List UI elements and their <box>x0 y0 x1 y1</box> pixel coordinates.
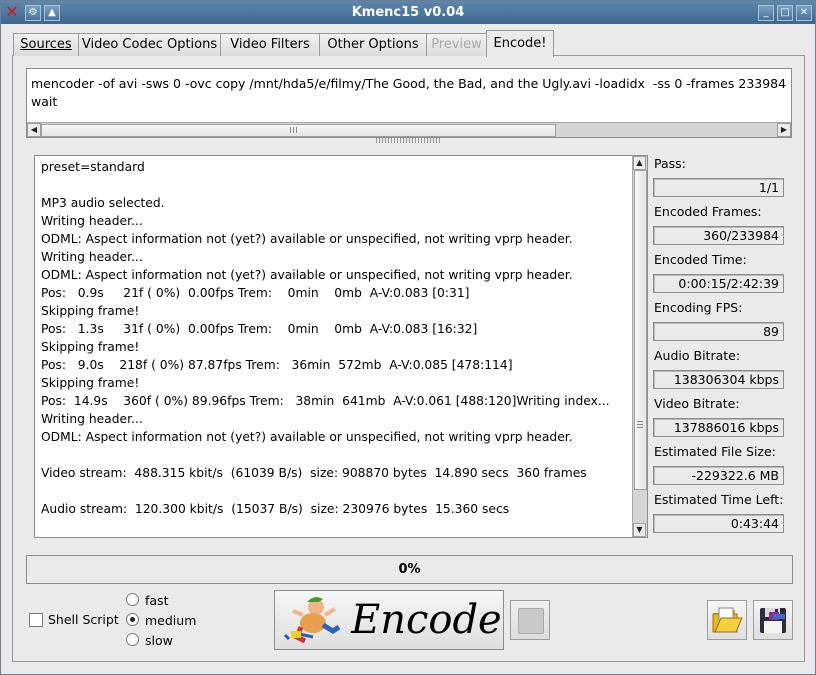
speed-radio-fast[interactable] <box>126 593 139 606</box>
stat-value: 360/233984 <box>703 228 779 243</box>
stat-label: Estimated Time Left: <box>654 492 784 507</box>
encode-button-label: Encode <box>351 597 502 643</box>
folder-open-icon <box>712 607 743 633</box>
log-line: MP3 audio selected. <box>41 196 165 210</box>
command-line-box[interactable]: mencoder -of avi -sws 0 -ovc copy /mnt/h… <box>26 68 792 138</box>
floppy-save-icon <box>760 608 786 633</box>
log-line: Writing header... <box>41 214 143 228</box>
save-button[interactable] <box>753 600 793 640</box>
progress-text: 0% <box>398 562 421 577</box>
stat-label: Audio Bitrate: <box>654 348 741 363</box>
stat-value-field: 137886016 kbps <box>653 418 784 437</box>
stat-value-field: 89 <box>653 322 784 341</box>
speed-radio-slow[interactable] <box>126 633 139 646</box>
tab-other-options[interactable]: Other Options <box>319 33 427 56</box>
stat-value-field: 138306304 kbps <box>653 370 784 389</box>
tab-sources[interactable]: Sources <box>13 33 79 56</box>
shell-script-checkbox[interactable] <box>29 613 43 627</box>
log-line: Pos: 1.3s 31f ( 0%) 0.00fps Trem: 0min 0… <box>41 322 478 336</box>
log-line: Writing header... <box>41 250 143 264</box>
grip-icon <box>637 421 643 430</box>
open-file-button[interactable] <box>707 600 747 640</box>
stat-value: -229322.6 MB <box>691 468 780 483</box>
log-line: Video stream: 488.315 kbit/s (61039 B/s)… <box>41 466 587 480</box>
stat-value-field: 1/1 <box>653 178 784 197</box>
speed-fast-label: fast <box>145 593 169 608</box>
stat-value: 1/1 <box>758 180 779 195</box>
stat-label: Estimated File Size: <box>654 444 776 459</box>
tab-video-codec-options[interactable]: Video Codec Options <box>78 33 221 56</box>
log-line: Writing header... <box>41 412 143 426</box>
stat-value-field: 0:43:44 <box>653 514 784 533</box>
stat-label: Pass: <box>654 156 686 171</box>
tab-video-filters[interactable]: Video Filters <box>220 33 320 56</box>
scroll-right-icon[interactable]: ▶ <box>777 123 791 137</box>
stat-value: 138306304 kbps <box>673 372 779 387</box>
stat-label: Encoded Time: <box>654 252 747 267</box>
stat-value-field: 0:00:15/2:42:39 <box>653 274 784 293</box>
command-text: mencoder -of avi -sws 0 -ovc copy /mnt/h… <box>31 76 787 109</box>
stop-icon <box>518 608 544 634</box>
shell-script-label: Shell Script <box>48 612 119 627</box>
grip-icon <box>290 127 299 133</box>
log-line: ODML: Aspect information not (yet?) avai… <box>41 430 573 444</box>
runner-icon <box>283 597 341 644</box>
scroll-left-icon[interactable]: ◀ <box>27 123 41 137</box>
stat-label: Video Bitrate: <box>654 396 740 411</box>
horizontal-scrollbar[interactable]: ◀ ▶ <box>27 122 791 137</box>
scroll-down-icon[interactable]: ▼ <box>633 523 646 537</box>
minimize-icon[interactable]: _ <box>758 5 774 21</box>
log-line: Skipping frame! <box>41 340 140 354</box>
log-line: Skipping frame! <box>41 304 140 318</box>
log-line: preset=standard <box>41 160 145 174</box>
scroll-thumb[interactable] <box>634 170 647 490</box>
main-window: ✕ ⚙ ▲ Kmenc15 v0.04 _ □ ✕ Sources Video … <box>0 0 816 675</box>
tab-encode[interactable]: Encode! <box>486 30 554 57</box>
stat-value-field: 360/233984 <box>653 226 784 245</box>
stat-value: 0:43:44 <box>730 516 779 531</box>
encode-button[interactable]: Encode <box>274 590 504 650</box>
progress-bar: 0% <box>26 555 793 584</box>
speed-slow-label: slow <box>145 633 173 648</box>
stat-label: Encoding FPS: <box>654 300 743 315</box>
log-line: ODML: Aspect information not (yet?) avai… <box>41 232 573 246</box>
stat-value: 89 <box>763 324 779 339</box>
stat-value: 0:00:15/2:42:39 <box>678 276 779 291</box>
scroll-thumb[interactable] <box>41 124 556 137</box>
stat-value: 137886016 kbps <box>673 420 779 435</box>
title-bar[interactable]: ✕ ⚙ ▲ Kmenc15 v0.04 _ □ ✕ <box>1 1 815 24</box>
encode-log[interactable]: preset=standard MP3 audio selected. Writin… <box>34 155 648 538</box>
log-line: Pos: 14.9s 360f ( 0%) 89.96fps Trem: 38m… <box>41 394 610 408</box>
log-line: Pos: 9.0s 218f ( 0%) 87.87fps Trem: 36mi… <box>41 358 513 372</box>
log-line: Pos: 0.9s 21f ( 0%) 0.00fps Trem: 0min 0… <box>41 286 470 300</box>
stop-button[interactable] <box>510 600 550 640</box>
speed-radio-medium[interactable] <box>126 613 139 626</box>
log-line: Audio stream: 120.300 kbit/s (15037 B/s)… <box>41 502 510 516</box>
log-line: Skipping frame! <box>41 376 140 390</box>
log-line: ODML: Aspect information not (yet?) avai… <box>41 268 573 282</box>
stat-value-field: -229322.6 MB <box>653 466 784 485</box>
scroll-up-icon[interactable]: ▲ <box>633 156 646 170</box>
stat-label: Encoded Frames: <box>654 204 762 219</box>
maximize-icon[interactable]: □ <box>777 5 793 21</box>
window-title: Kmenc15 v0.04 <box>351 5 465 20</box>
tab-preview: Preview <box>426 33 487 56</box>
vertical-scrollbar[interactable]: ▲ ▼ <box>632 156 647 537</box>
splitter-handle[interactable] <box>376 138 440 143</box>
speed-medium-label: medium <box>145 613 197 628</box>
close-icon[interactable]: ✕ <box>796 5 812 21</box>
